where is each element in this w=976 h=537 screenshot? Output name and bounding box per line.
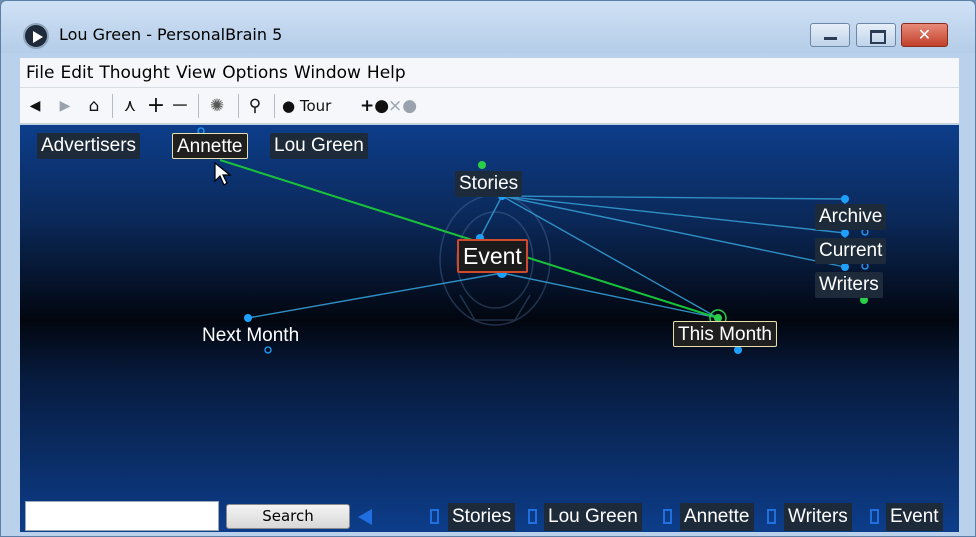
search-button[interactable]: Search (226, 504, 350, 529)
pin-event[interactable]: Event (886, 503, 943, 531)
thought-lou-green[interactable]: Lou Green (270, 133, 368, 159)
close-button[interactable]: ✕ (901, 23, 948, 47)
close-icon: ✕ (917, 25, 932, 44)
pin-icon (528, 509, 537, 524)
pin-writers[interactable]: Writers (784, 503, 852, 531)
plex-canvas[interactable]: Advertisers Annette Lou Green Stories Ev… (20, 125, 959, 532)
toolbar-separator (112, 94, 113, 118)
thought-current[interactable]: Current (815, 238, 887, 264)
brain-icon[interactable]: ✺ (204, 94, 230, 118)
search-input[interactable] (25, 501, 219, 531)
toolbar-separator (198, 94, 199, 118)
thought-next-month[interactable]: Next Month (198, 323, 303, 349)
menu-view[interactable]: View (176, 63, 216, 83)
home-icon[interactable]: ⌂ (83, 94, 105, 118)
tour-icon: ● (282, 97, 296, 115)
network-icon[interactable]: ⋏ (118, 94, 142, 118)
menu-window[interactable]: Window (294, 63, 361, 83)
thought-stories[interactable]: Stories (455, 171, 523, 197)
app-window: Lou Green - PersonalBrain 5 ✕ File Edit … (0, 0, 976, 537)
toolbar-separator (238, 94, 239, 118)
tour-label: Tour (299, 97, 332, 115)
menu-help[interactable]: Help (367, 63, 406, 83)
menu-bar: File Edit Thought View Options Window He… (20, 58, 959, 88)
pin-icon (663, 509, 672, 524)
toolbar-separator (274, 94, 275, 118)
add-icon[interactable]: +● (360, 94, 389, 118)
menu-file[interactable]: File (26, 63, 54, 83)
forward-icon[interactable]: ▶ (56, 94, 74, 118)
pin-icon (767, 509, 776, 524)
thought-archive[interactable]: Archive (815, 204, 887, 230)
window-title: Lou Green - PersonalBrain 5 (59, 25, 283, 44)
thought-annette[interactable]: Annette (172, 133, 248, 159)
search-icon[interactable]: ⚲ (244, 94, 266, 118)
thought-advertisers[interactable]: Advertisers (37, 133, 141, 159)
minimize-button[interactable] (810, 23, 850, 47)
pin-lou-green[interactable]: Lou Green (544, 503, 642, 531)
menu-options[interactable]: Options (222, 63, 288, 83)
pin-stories[interactable]: Stories (448, 503, 516, 531)
personalbrain-logo-icon (23, 23, 49, 49)
title-bar: Lou Green - PersonalBrain 5 ✕ (1, 1, 975, 53)
menu-edit[interactable]: Edit (60, 63, 93, 83)
collapse-arrow-icon[interactable] (358, 509, 372, 525)
back-icon[interactable]: ◀ (26, 94, 44, 118)
thought-this-month[interactable]: This Month (673, 321, 777, 347)
tour-button[interactable]: ● Tour (282, 94, 356, 118)
maximize-button[interactable] (856, 23, 896, 47)
thought-writers[interactable]: Writers (815, 272, 883, 298)
mouse-pointer-icon (214, 161, 232, 186)
zoom-out-icon[interactable]: − (170, 94, 190, 118)
thought-event[interactable]: Event (457, 239, 528, 273)
pin-icon (870, 509, 879, 524)
menu-thought[interactable]: Thought (99, 63, 170, 83)
remove-icon[interactable]: ×● (388, 94, 417, 118)
pin-annette[interactable]: Annette (680, 503, 754, 531)
zoom-in-icon[interactable]: + (146, 94, 166, 118)
toolbar: ◀ ▶ ⌂ ⋏ + − ✺ ⚲ ● Tour +● ×● (20, 88, 959, 124)
pin-icon (430, 509, 439, 524)
